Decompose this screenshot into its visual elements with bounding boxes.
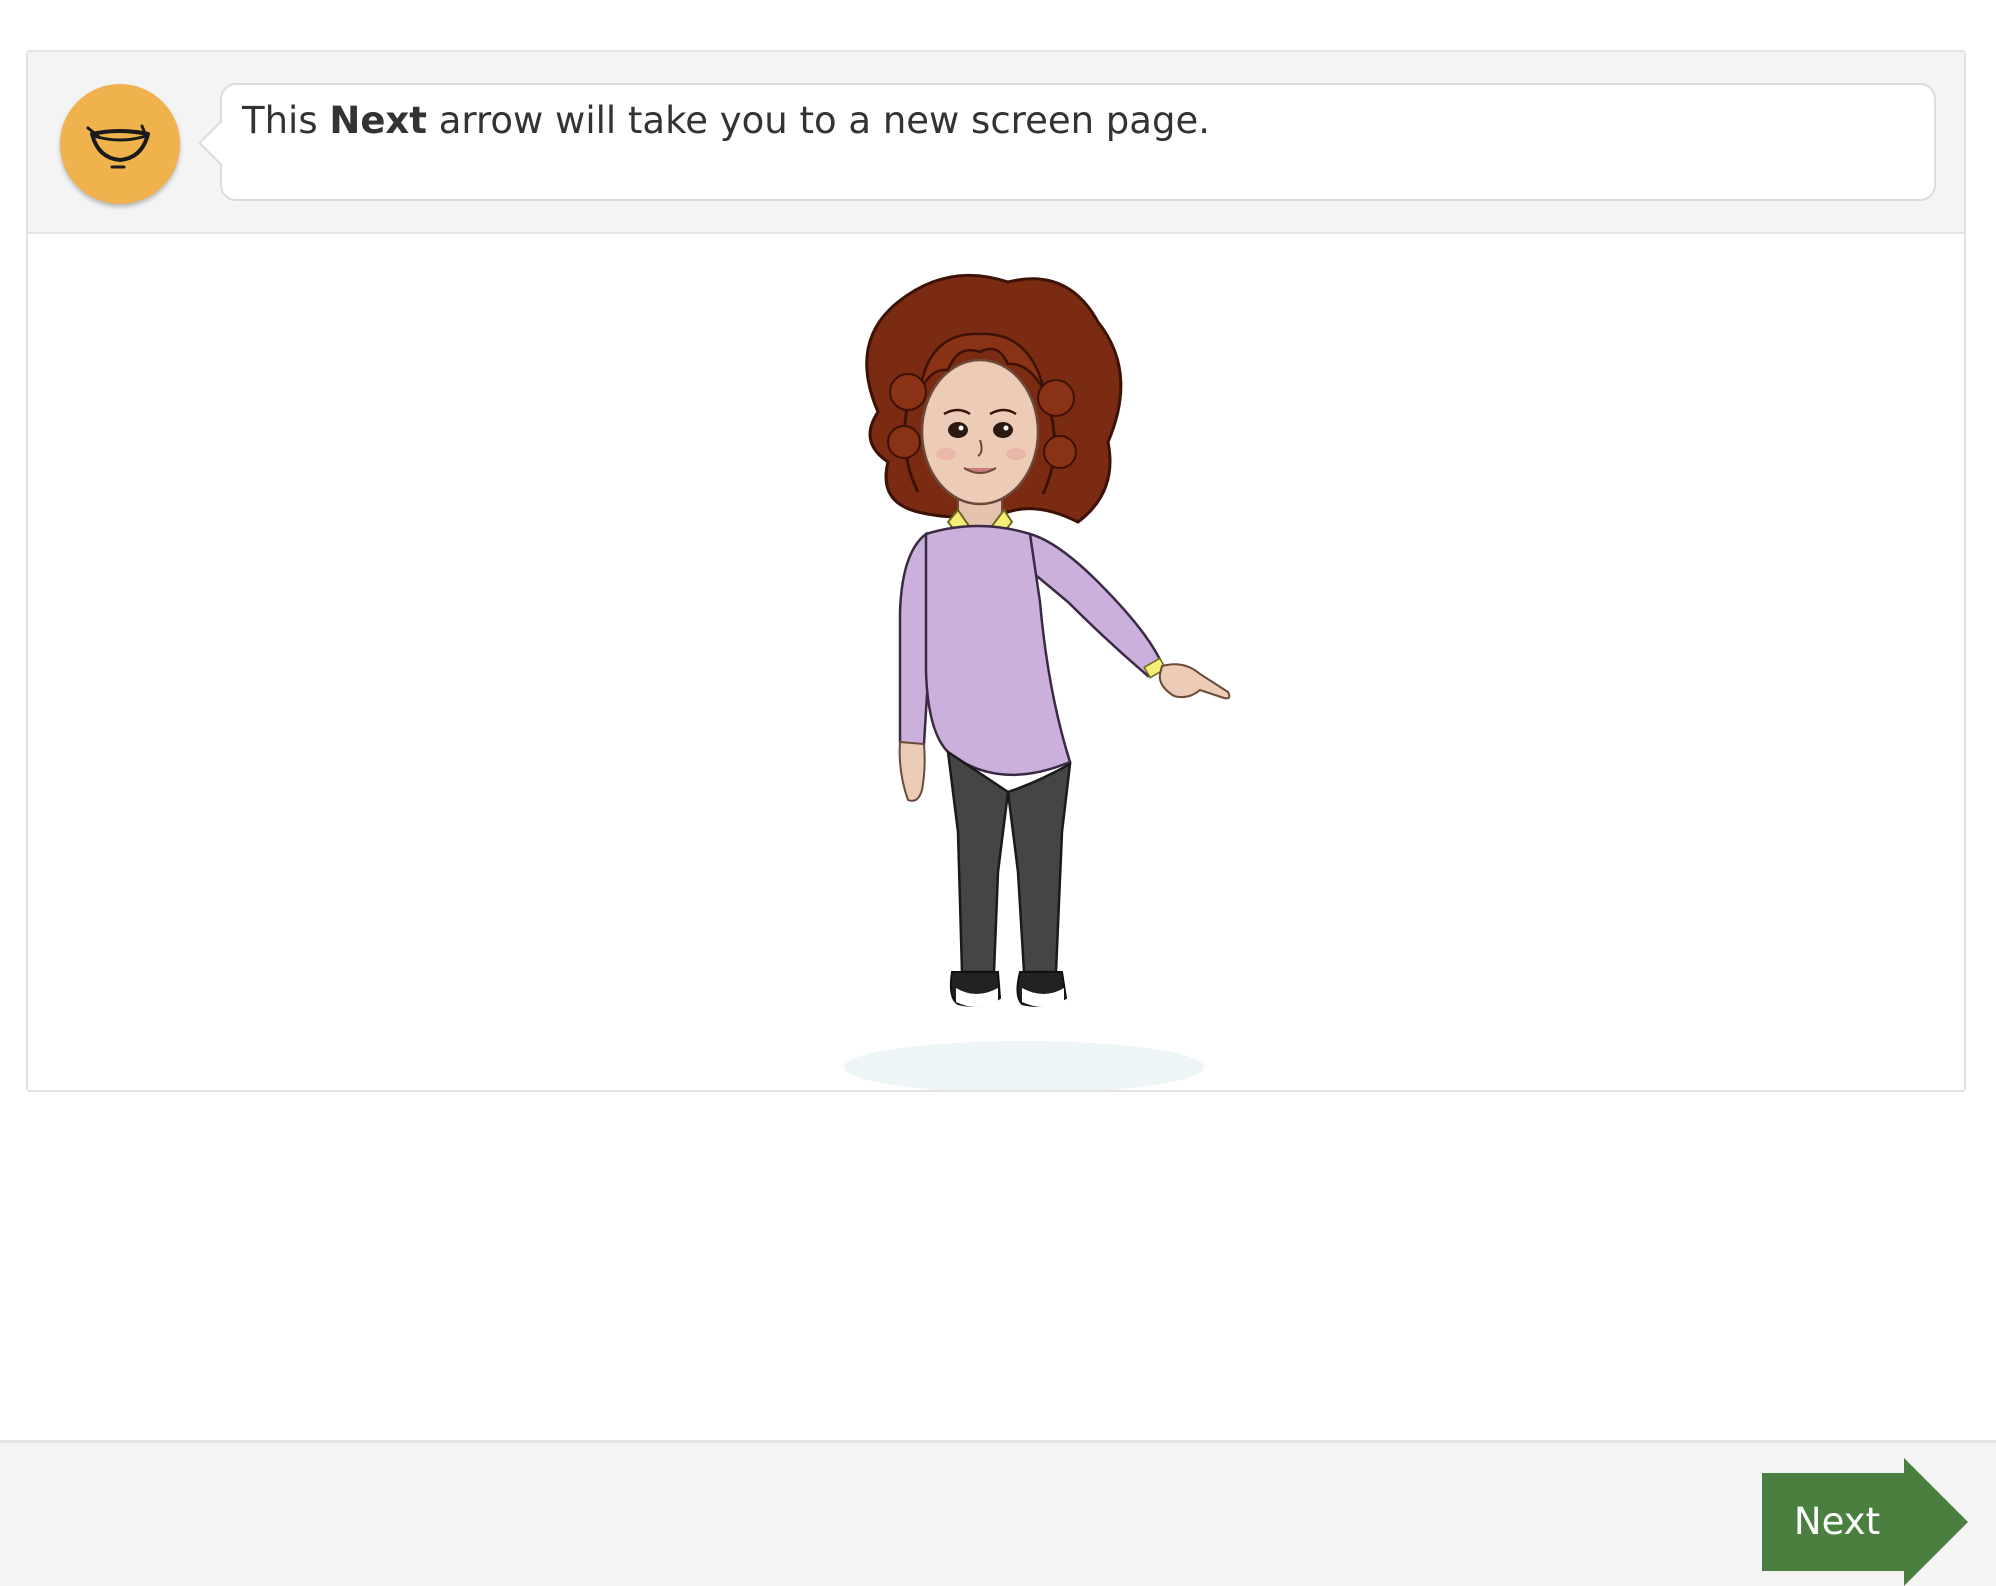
content-card: This Next arrow will take you to a new s…: [26, 50, 1966, 1092]
smiling-mouth-icon: [86, 124, 150, 169]
instruction-text: This Next arrow will take you to a new s…: [242, 99, 1210, 142]
instruction-keyword: Next: [329, 99, 427, 142]
next-button[interactable]: Next: [1762, 1458, 1968, 1586]
instruction-bar: This Next arrow will take you to a new s…: [28, 52, 1964, 234]
next-label: Next: [1793, 1500, 1881, 1543]
page: This Next arrow will take you to a new s…: [0, 0, 1996, 1586]
footer-bar: Next: [0, 1440, 1996, 1586]
read-aloud-button[interactable]: [60, 84, 180, 204]
speech-bubble: This Next arrow will take you to a new s…: [198, 83, 1936, 201]
girl-pointing-right-illustration: [844, 273, 1231, 1090]
